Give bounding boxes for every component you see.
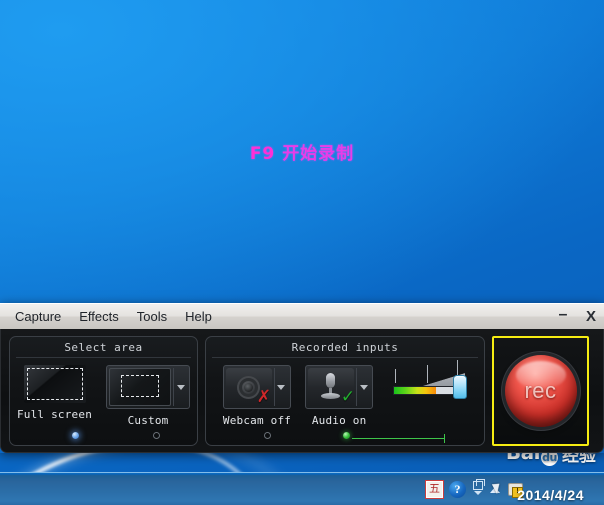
microphone-icon: ✓ <box>308 368 356 407</box>
taskbar-date: 2014/4/24 <box>517 487 584 503</box>
recorded-inputs-panel: Recorded inputs ✗ Webcam off ✓ Audio on <box>205 336 485 446</box>
hotkey-label: F9 <box>249 144 276 164</box>
window-body: Select area Full screen Custom Recorded … <box>0 329 604 453</box>
screen-recorder-window: Capture Effects Tools Help – X Select ar… <box>0 303 604 453</box>
chevron-down-icon <box>277 384 286 390</box>
volume-slider[interactable] <box>391 360 468 403</box>
audio-level-line <box>352 434 445 443</box>
full-screen-selected-dot[interactable] <box>72 432 79 439</box>
volume-bar-fill <box>394 387 437 394</box>
audio-option[interactable]: ✓ Audio on <box>305 365 374 427</box>
mic-base-icon <box>321 393 341 399</box>
audio-enabled-dot[interactable] <box>343 432 350 439</box>
custom-area-dropdown-button[interactable] <box>173 368 187 406</box>
mic-capsule-icon <box>326 373 336 388</box>
select-area-panel: Select area Full screen Custom <box>9 336 198 446</box>
webcam-option[interactable]: ✗ Webcam off <box>223 365 291 427</box>
menubar: Capture Effects Tools Help <box>0 306 221 327</box>
chevron-down-icon <box>176 384 185 390</box>
wallpaper-arc-secondary-icon <box>0 0 498 226</box>
close-button[interactable]: X <box>584 309 598 324</box>
webcam-label: Webcam off <box>222 414 292 427</box>
record-button-label: rec <box>524 378 557 403</box>
red-x-icon: ✗ <box>256 387 271 407</box>
custom-area-dot[interactable] <box>153 432 160 439</box>
menu-tools[interactable]: Tools <box>128 306 176 327</box>
audio-dropdown-button[interactable] <box>356 368 370 406</box>
volume-tick-mid <box>427 365 429 383</box>
select-area-indicator-dots <box>10 432 197 442</box>
recording-hotkey-hint: F9 开始录制 <box>0 139 604 164</box>
custom-area-selection-outline-icon <box>121 375 160 397</box>
audio-label: Audio on <box>311 414 367 427</box>
webcam-tile[interactable]: ✗ <box>222 365 291 409</box>
select-area-options: Full screen Custom <box>10 358 197 427</box>
webcam-dropdown-button[interactable] <box>273 368 288 406</box>
green-check-icon: ✓ <box>340 387 356 407</box>
record-button-focus-frame[interactable]: rec <box>492 336 589 446</box>
webcam-dot[interactable] <box>264 432 271 439</box>
taskbar[interactable]: 五 ? ! <box>0 472 604 505</box>
full-screen-option[interactable]: Full screen <box>17 365 92 427</box>
custom-area-option[interactable]: Custom <box>106 365 191 427</box>
record-button[interactable]: rec <box>504 355 577 427</box>
menu-capture[interactable]: Capture <box>6 306 70 327</box>
recorded-inputs-controls: ✗ Webcam off ✓ Audio on <box>206 358 484 427</box>
menu-effects[interactable]: Effects <box>70 306 128 327</box>
full-screen-tile[interactable] <box>23 365 86 403</box>
full-screen-label: Full screen <box>16 408 93 421</box>
volume-tick-low <box>395 369 397 383</box>
menu-help[interactable]: Help <box>176 306 221 327</box>
screen: F9 开始录制 Baidu 经验 头条@利哥嫂剧场 Capture Effect… <box>0 0 604 505</box>
select-area-title: Select area <box>16 339 191 358</box>
keyboard-layout-icon[interactable] <box>471 478 485 500</box>
minimize-button[interactable]: – <box>556 307 570 323</box>
recorded-inputs-indicator-dots <box>206 432 484 443</box>
audio-tile[interactable]: ✓ <box>305 365 374 409</box>
full-screen-thumbnail-icon <box>23 365 86 403</box>
full-screen-selection-outline-icon <box>26 368 83 400</box>
recorded-inputs-title: Recorded inputs <box>212 339 478 358</box>
webcam-icon: ✗ <box>225 368 272 407</box>
help-icon[interactable]: ? <box>449 481 466 498</box>
chevron-down-icon <box>359 384 368 390</box>
window-titlebar[interactable]: Capture Effects Tools Help – X <box>0 303 604 329</box>
ime-indicator-icon[interactable]: 五 <box>425 480 444 499</box>
hotkey-hint-text: 开始录制 <box>282 144 355 164</box>
volume-slider-handle[interactable] <box>453 375 468 399</box>
window-controls: – X <box>556 304 598 330</box>
custom-area-label: Custom <box>127 414 169 427</box>
custom-area-tile[interactable] <box>106 365 191 409</box>
custom-area-thumbnail-icon <box>109 368 172 406</box>
